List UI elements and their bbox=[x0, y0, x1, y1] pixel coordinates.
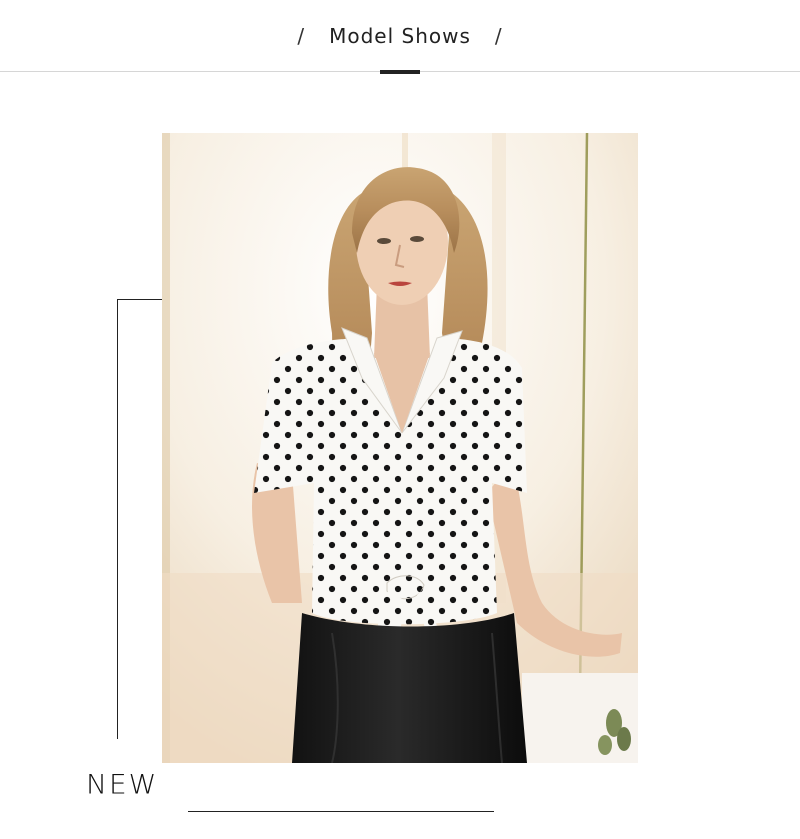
decorative-bracket-vertical bbox=[117, 299, 118, 739]
model-photo bbox=[162, 133, 638, 763]
title-slash-left: / bbox=[297, 24, 306, 48]
bottom-divider bbox=[188, 811, 494, 812]
title-slash-right: / bbox=[494, 24, 503, 48]
new-arrival-label: NEW bbox=[86, 768, 159, 801]
header-accent-bar bbox=[380, 70, 420, 74]
product-detail-page: / Model Shows / NEW bbox=[0, 0, 800, 839]
section-title-row: / Model Shows / bbox=[0, 20, 800, 52]
section-header: / Model Shows / bbox=[0, 0, 800, 74]
section-title: Model Shows bbox=[329, 24, 471, 48]
model-photo-illustration bbox=[162, 133, 638, 763]
decorative-bracket-horizontal bbox=[117, 299, 162, 300]
